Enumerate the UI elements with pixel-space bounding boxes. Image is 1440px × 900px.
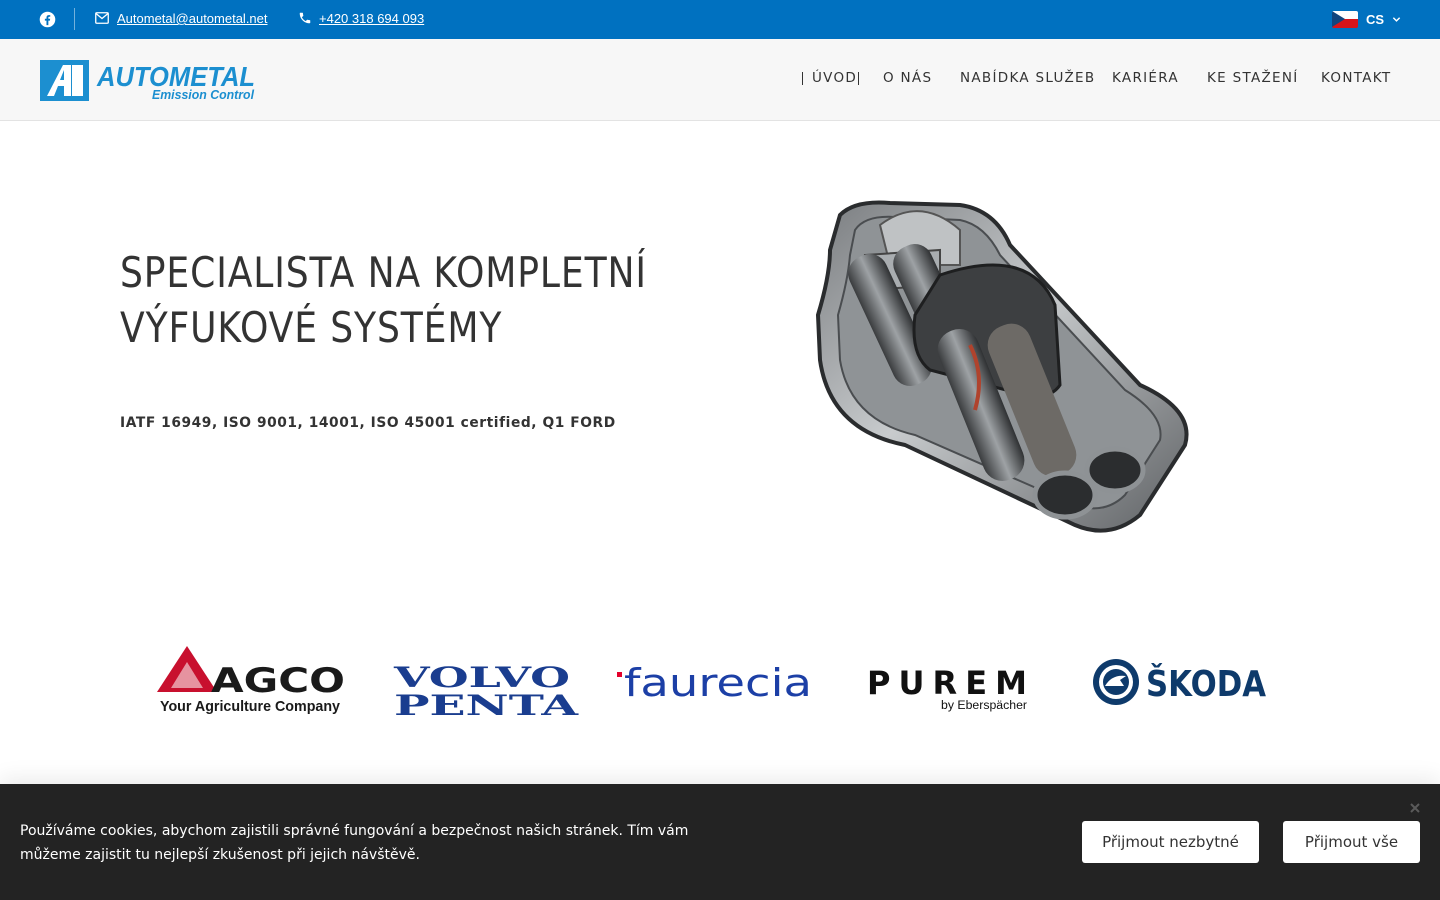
skoda-logo: ŠKODA (1093, 659, 1266, 705)
agco-logo: AGCO Your Agriculture Company (157, 646, 345, 715)
purem-tagline: by Eberspächer (941, 700, 1027, 712)
nav-item-nabidka-sluzeb[interactable]: NABÍDKA SLUŽEB (960, 70, 1095, 86)
faurecia-logo: faurecia (617, 661, 812, 704)
email-link[interactable]: Autometal@autometal.net (117, 11, 268, 26)
nav-item-kariera[interactable]: KARIÉRA (1112, 70, 1179, 86)
skoda-name: ŠKODA (1146, 663, 1266, 705)
nav-item-ke-stazeni[interactable]: KE STAŽENÍ (1207, 70, 1299, 86)
accept-all-button[interactable]: Přijmout vše (1283, 821, 1420, 863)
muffler-product-image (815, 200, 1189, 533)
hero-title-line-1: SPECIALISTA NA KOMPLETNÍ (120, 248, 647, 297)
volvo-penta-logo: VOLVO PENTA (392, 663, 580, 719)
language-selector[interactable]: CS (1332, 9, 1401, 29)
agco-tagline: Your Agriculture Company (160, 698, 341, 715)
hero-title: SPECIALISTA NA KOMPLETNÍ VÝFUKOVÉ SYSTÉM… (120, 245, 653, 355)
phone-icon (299, 12, 311, 24)
nav-item-kontakt[interactable]: KONTAKT (1321, 70, 1391, 86)
flag-cz-icon (1332, 10, 1358, 28)
agco-name: AGCO (211, 661, 345, 701)
hero-title-line-2: VÝFUKOVÉ SYSTÉMY (120, 303, 503, 352)
purem-logo: PUREM by Eberspächer (867, 664, 1027, 712)
cookie-text: Používáme cookies, abychom zajistili spr… (20, 823, 689, 863)
volvo-line-2: PENTA (394, 689, 580, 719)
purem-name: PUREM (867, 664, 1027, 702)
nav-item-uvod[interactable]: ÚVOD (812, 70, 857, 86)
language-code: CS (1366, 11, 1385, 27)
cookie-banner: Používáme cookies, abychom zajistili spr… (0, 784, 1440, 900)
nav-item-o-nas[interactable]: O NÁS (883, 70, 932, 86)
chevron-down-icon (1392, 16, 1401, 22)
topbar-divider (74, 8, 75, 30)
hero-certifications: IATF 16949, ISO 9001, 14001, ISO 45001 c… (120, 415, 616, 431)
faurecia-name: faurecia (624, 661, 812, 704)
phone-link[interactable]: +420 318 694 093 (319, 11, 424, 26)
nav-active-marker-right (858, 72, 859, 85)
logo-sub: Emission Control (152, 87, 254, 101)
facebook-icon[interactable] (39, 11, 56, 28)
nav-active-marker-left (802, 72, 803, 85)
site-header: AUTOMETAL Emission Control ÚVOD O NÁS NA… (0, 39, 1440, 121)
autometal-logo[interactable]: AUTOMETAL Emission Control (40, 60, 256, 101)
close-icon[interactable] (1408, 801, 1422, 815)
top-bar: Autometal@autometal.net +420 318 694 093… (0, 0, 1440, 39)
mail-icon (95, 12, 109, 24)
accept-necessary-button[interactable]: Přijmout nezbytné (1082, 821, 1259, 863)
